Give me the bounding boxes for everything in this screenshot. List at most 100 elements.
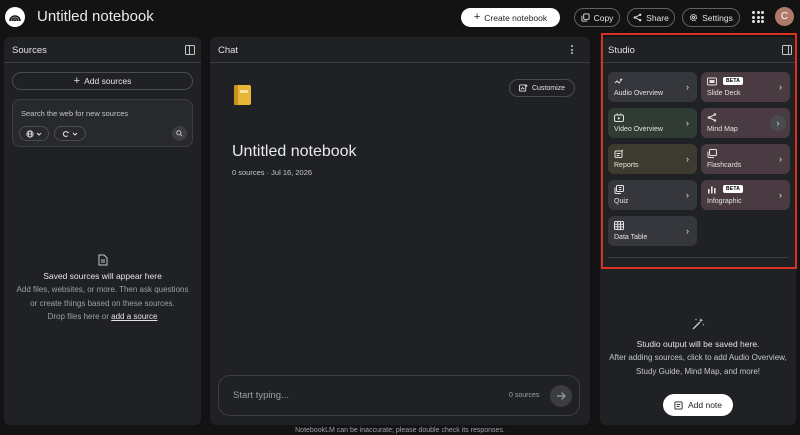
studio-title: Studio bbox=[608, 45, 635, 56]
copy-icon bbox=[581, 13, 590, 22]
chevron-right-icon: › bbox=[779, 82, 782, 92]
flashcards-icon bbox=[707, 149, 717, 158]
quiz-tile[interactable]: Quiz › bbox=[608, 180, 697, 210]
share-label: Share bbox=[646, 12, 669, 23]
audio-overview-tile[interactable]: Audio Overview › bbox=[608, 72, 697, 102]
sources-panel: Sources + Add sources Search the web for… bbox=[4, 37, 201, 425]
app-header: Untitled notebook + Create notebook Copy… bbox=[0, 0, 800, 34]
sources-title: Sources bbox=[12, 45, 47, 56]
notebook-title[interactable]: Untitled notebook bbox=[37, 8, 154, 25]
search-submit-button[interactable] bbox=[172, 126, 187, 141]
sources-empty-state: Saved sources will appear here Add files… bbox=[4, 254, 201, 324]
copy-button[interactable]: Copy bbox=[574, 8, 620, 27]
globe-icon bbox=[26, 129, 34, 138]
beta-badge: BETA bbox=[723, 185, 744, 193]
infographic-tile[interactable]: BETA Infographic › bbox=[701, 180, 790, 210]
copy-label: Copy bbox=[593, 12, 614, 23]
avatar[interactable]: C bbox=[775, 7, 794, 26]
chat-source-count: 0 sources bbox=[509, 392, 540, 399]
video-overview-tile[interactable]: Video Overview › bbox=[608, 108, 697, 138]
magic-wand-icon bbox=[692, 318, 705, 330]
audio-overview-label: Audio Overview bbox=[614, 90, 664, 97]
plus-icon: + bbox=[73, 74, 81, 87]
mind-map-label: Mind Map bbox=[707, 126, 738, 133]
add-sources-button[interactable]: + Add sources bbox=[12, 72, 193, 90]
collapse-sources-icon[interactable] bbox=[185, 45, 195, 55]
arrow-right-icon bbox=[557, 392, 566, 400]
notebooklm-logo[interactable] bbox=[5, 7, 25, 27]
chat-input[interactable]: Start typing... bbox=[233, 390, 289, 401]
divider bbox=[600, 62, 796, 63]
quiz-icon bbox=[614, 185, 624, 194]
reports-label: Reports bbox=[614, 162, 639, 169]
slide-deck-icon bbox=[707, 77, 717, 86]
studio-empty-state: Studio output will be saved here. After … bbox=[600, 317, 796, 378]
mind-map-tile[interactable]: Mind Map › bbox=[701, 108, 790, 138]
flashcards-label: Flashcards bbox=[707, 162, 742, 169]
reports-icon bbox=[614, 149, 624, 158]
add-source-link[interactable]: add a source bbox=[111, 312, 157, 321]
logo-icon bbox=[9, 15, 21, 22]
studio-panel: Studio Audio Overview › BETA Slide Deck … bbox=[600, 37, 796, 425]
fast-research-icon bbox=[62, 130, 70, 137]
web-search-box[interactable]: Search the web for new sources bbox=[12, 99, 193, 147]
chat-panel: Chat Customize Untitled notebook 0 sourc… bbox=[210, 37, 590, 425]
notebook-emoji-icon bbox=[234, 85, 251, 105]
reports-tile[interactable]: Reports › bbox=[608, 144, 697, 174]
search-icon bbox=[176, 130, 183, 137]
web-source-dropdown[interactable] bbox=[19, 126, 49, 141]
chat-notebook-meta: 0 sources · Jul 16, 2026 bbox=[232, 168, 313, 177]
add-note-button[interactable]: Add note bbox=[663, 394, 733, 416]
data-table-tile[interactable]: Data Table › bbox=[608, 216, 697, 246]
gear-icon bbox=[690, 13, 698, 22]
infographic-label: Infographic bbox=[707, 198, 742, 205]
note-icon bbox=[674, 400, 683, 410]
share-button[interactable]: Share bbox=[627, 8, 675, 27]
chat-title: Chat bbox=[218, 45, 239, 56]
infographic-icon bbox=[708, 186, 716, 194]
settings-button[interactable]: Settings bbox=[682, 8, 740, 27]
apps-grid-icon[interactable] bbox=[752, 11, 764, 23]
slide-deck-tile[interactable]: BETA Slide Deck › bbox=[701, 72, 790, 102]
add-note-label: Add note bbox=[687, 400, 723, 410]
disclaimer-footer: NotebookLM can be inaccurate; please dou… bbox=[295, 427, 505, 434]
document-icon bbox=[98, 254, 107, 266]
create-notebook-button[interactable]: + Create notebook bbox=[461, 8, 560, 27]
quiz-label: Quiz bbox=[614, 198, 629, 205]
send-button[interactable] bbox=[550, 385, 572, 407]
video-overview-icon bbox=[614, 113, 624, 122]
chevron-right-icon: › bbox=[779, 154, 782, 164]
chevron-right-icon: › bbox=[686, 190, 689, 200]
chevron-right-icon: › bbox=[770, 115, 786, 131]
slide-deck-label: Slide Deck bbox=[707, 90, 741, 97]
sources-empty-line1: Add files, websites, or more. Then ask q… bbox=[16, 285, 189, 294]
chevron-right-icon: › bbox=[686, 118, 689, 128]
flashcards-tile[interactable]: Flashcards › bbox=[701, 144, 790, 174]
chevron-right-icon: › bbox=[686, 226, 689, 236]
chat-notebook-title: Untitled notebook bbox=[232, 143, 357, 160]
customize-button[interactable]: Customize bbox=[509, 79, 575, 97]
divider bbox=[210, 62, 590, 63]
audio-overview-icon bbox=[614, 78, 623, 84]
studio-empty-body: After adding sources, click to add Audio… bbox=[600, 351, 796, 378]
create-notebook-label: Create notebook bbox=[484, 12, 548, 23]
mind-map-icon bbox=[707, 113, 717, 122]
search-input[interactable]: Search the web for new sources bbox=[21, 109, 128, 118]
chevron-right-icon: › bbox=[779, 190, 782, 200]
divider bbox=[608, 257, 788, 258]
plus-icon: + bbox=[473, 11, 481, 23]
divider bbox=[4, 62, 201, 63]
video-overview-label: Video Overview bbox=[614, 126, 663, 133]
add-sources-label: Add sources bbox=[84, 76, 132, 86]
settings-label: Settings bbox=[702, 12, 733, 23]
research-mode-dropdown[interactable] bbox=[54, 126, 86, 141]
studio-empty-title: Studio output will be saved here. bbox=[636, 339, 760, 349]
more-options-icon[interactable] bbox=[571, 45, 574, 54]
chevron-right-icon: › bbox=[686, 82, 689, 92]
sources-empty-body: Add files, websites, or more. Then ask q… bbox=[4, 283, 201, 324]
collapse-studio-icon[interactable] bbox=[782, 45, 792, 55]
chat-input-box[interactable]: Start typing... 0 sources bbox=[218, 375, 580, 416]
data-table-icon bbox=[614, 221, 624, 230]
share-icon bbox=[633, 13, 642, 22]
data-table-label: Data Table bbox=[614, 234, 648, 241]
